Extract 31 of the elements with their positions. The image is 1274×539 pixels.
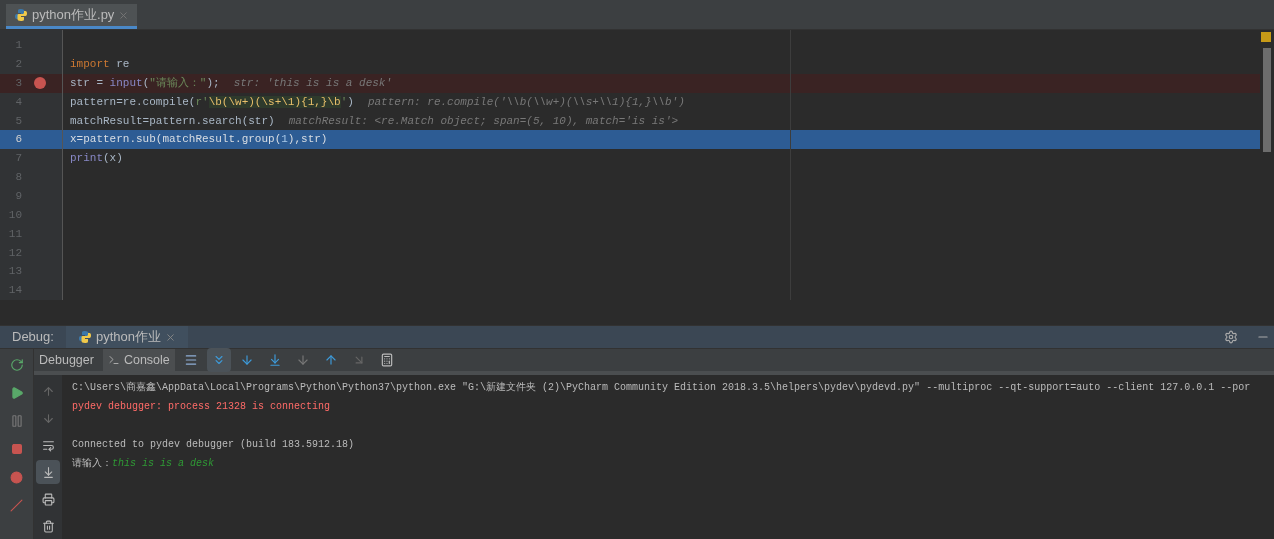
close-icon[interactable] xyxy=(164,331,176,343)
python-file-icon xyxy=(77,330,92,344)
line-number: 3 xyxy=(14,75,22,91)
code-line: pattern=re.compile(r'\b(\w+)(\s+\1){1,}\b') xyxy=(70,94,354,110)
code-line: x=pattern.sub(matchResult.group(1),str) xyxy=(70,132,328,148)
scroll-to-end-icon[interactable] xyxy=(36,460,60,484)
debug-title: Debug: xyxy=(11,328,55,347)
inline-value-hint: str: 'this is is a desk' xyxy=(233,75,393,91)
debug-tab[interactable]: Debugger xyxy=(34,349,99,371)
session-tab[interactable]: python作业 xyxy=(65,326,188,348)
code-line: import re xyxy=(70,57,130,73)
code-line: str = input("请输入："); xyxy=(70,75,220,91)
typed-text: this is is a desk xyxy=(112,457,215,471)
inline-value-hint: pattern: re.compile('\\b(\\w+)(\\s+\\1){1,}\\b') xyxy=(367,94,685,110)
line-number: 6 xyxy=(14,132,22,148)
inline-value-hint: matchResult: <re.Match object; span=(5, 10), match='is is'> xyxy=(288,113,679,129)
step-over-icon[interactable] xyxy=(206,348,231,372)
code-line: print(x) xyxy=(70,151,123,167)
console-line: Connected to pydev debugger (build 183.5912.18) xyxy=(72,438,355,452)
breakpoint-icon[interactable] xyxy=(34,77,46,90)
console-line: pydev debugger: process 21328 is connecting xyxy=(72,400,331,414)
settings-icon[interactable] xyxy=(1224,330,1238,344)
terminal-icon xyxy=(107,354,120,366)
code-line: matchResult=pattern.search(str) xyxy=(70,113,275,129)
console-line: 请输入： xyxy=(72,457,112,471)
close-icon[interactable] xyxy=(118,9,130,21)
editor-tab[interactable]: python作业.py xyxy=(6,4,138,29)
debug-tab[interactable]: Console xyxy=(102,349,175,371)
scrollbar-thumb[interactable] xyxy=(1263,48,1271,152)
python-file-icon xyxy=(14,8,28,22)
console-line: C:\Users\商嘉鑫\AppData\Local\Programs\Python\Python37\python.exe "G:\新建文件夹 (2)\PyCharm Community Edition 2018.3.5\helpers\pydev\pydevd.py" --multiproc --qt-support=auto --client 127.0.0.1 --por xyxy=(72,380,1251,395)
